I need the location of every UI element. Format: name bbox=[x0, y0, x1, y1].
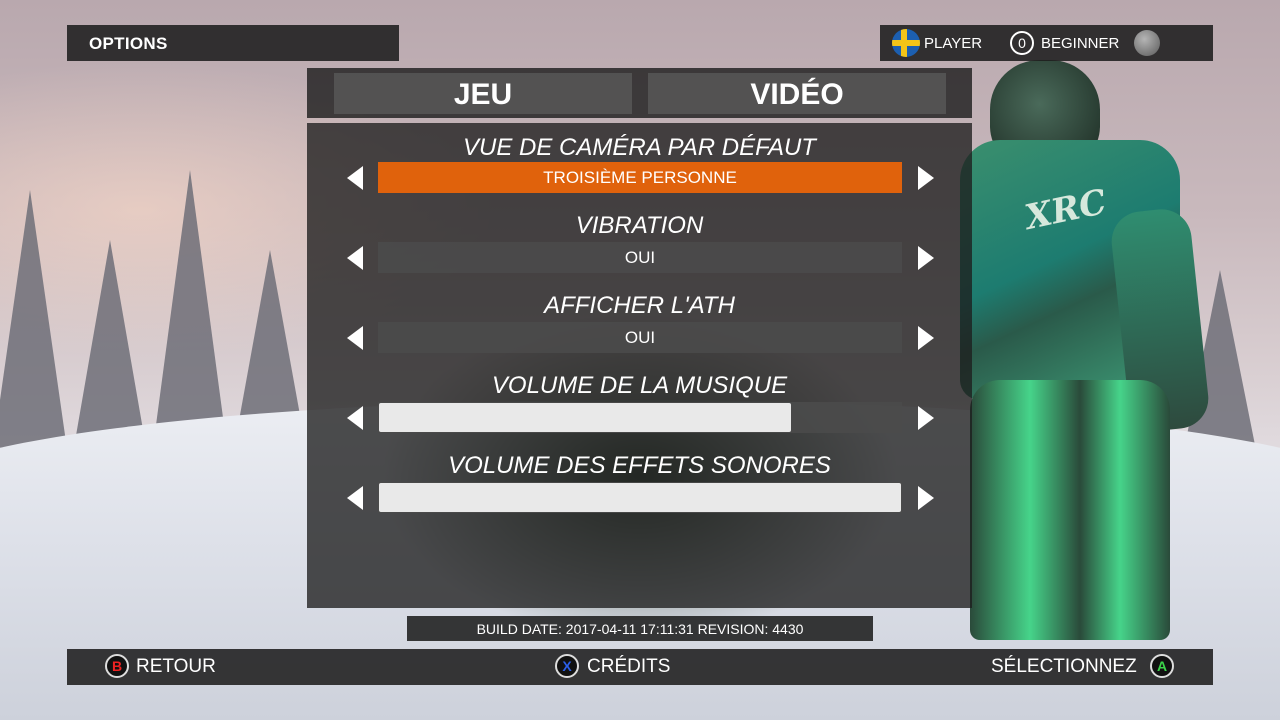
player-rank: BEGINNER bbox=[1041, 35, 1120, 52]
arrow-right-icon[interactable] bbox=[918, 406, 934, 430]
arrow-right-icon[interactable] bbox=[918, 486, 934, 510]
back-label: RETOUR bbox=[136, 656, 216, 677]
build-info: BUILD DATE: 2017-04-11 17:11:31 REVISION… bbox=[407, 616, 873, 641]
music-volume-fill bbox=[379, 403, 792, 432]
arrow-left-icon[interactable] bbox=[347, 246, 363, 270]
camera-view-selector[interactable]: TROISIÈME PERSONNE bbox=[378, 162, 902, 193]
arrow-left-icon[interactable] bbox=[347, 486, 363, 510]
page-title: OPTIONS bbox=[89, 34, 168, 53]
pine-tree bbox=[0, 190, 70, 470]
tab-jeu[interactable]: JEU bbox=[334, 73, 632, 114]
arrow-left-icon[interactable] bbox=[347, 326, 363, 350]
option-label-hud: AFFICHER L'ATH bbox=[544, 292, 735, 319]
header-title-bar: OPTIONS bbox=[67, 25, 399, 61]
option-label-sfx-volume: VOLUME DES EFFETS SONORES bbox=[448, 452, 831, 479]
rider-character: XRC bbox=[940, 60, 1230, 660]
option-label-vibration: VIBRATION bbox=[575, 212, 704, 239]
a-button-icon: A bbox=[1150, 654, 1174, 678]
tab-video[interactable]: VIDÉO bbox=[648, 73, 946, 114]
x-button-icon: X bbox=[555, 654, 579, 678]
music-volume-slider[interactable] bbox=[378, 402, 902, 433]
rider-pants bbox=[970, 380, 1170, 640]
credits-label: CRÉDITS bbox=[587, 656, 671, 677]
vibration-selector[interactable]: OUI bbox=[378, 242, 902, 273]
option-label-music-volume: VOLUME DE LA MUSIQUE bbox=[491, 372, 788, 399]
sweden-flag-icon bbox=[892, 29, 920, 57]
arrow-right-icon[interactable] bbox=[918, 166, 934, 190]
hud-selector[interactable]: OUI bbox=[378, 322, 902, 353]
arrow-right-icon[interactable] bbox=[918, 326, 934, 350]
option-label-camera: VUE DE CAMÉRA PAR DÉFAUT bbox=[463, 134, 816, 161]
options-panel: JEU VIDÉO VUE DE CAMÉRA PAR DÉFAUT TROIS… bbox=[307, 68, 972, 608]
arrow-left-icon[interactable] bbox=[347, 406, 363, 430]
player-level-badge: 0 bbox=[1010, 31, 1034, 55]
sfx-volume-fill bbox=[379, 483, 901, 512]
player-name: PLAYER bbox=[924, 35, 983, 52]
sfx-volume-slider[interactable] bbox=[378, 482, 902, 513]
b-button-icon: B bbox=[105, 654, 129, 678]
globe-icon bbox=[1134, 30, 1160, 56]
footer-bar: B RETOUR X CRÉDITS SÉLECTIONNEZ A bbox=[67, 649, 1213, 685]
player-info-bar: PLAYER 0 BEGINNER bbox=[880, 25, 1213, 61]
arrow-left-icon[interactable] bbox=[347, 166, 363, 190]
select-label: SÉLECTIONNEZ bbox=[991, 656, 1137, 677]
arrow-right-icon[interactable] bbox=[918, 246, 934, 270]
options-list: VUE DE CAMÉRA PAR DÉFAUT TROISIÈME PERSO… bbox=[307, 123, 972, 608]
tab-bar: JEU VIDÉO bbox=[307, 68, 972, 118]
